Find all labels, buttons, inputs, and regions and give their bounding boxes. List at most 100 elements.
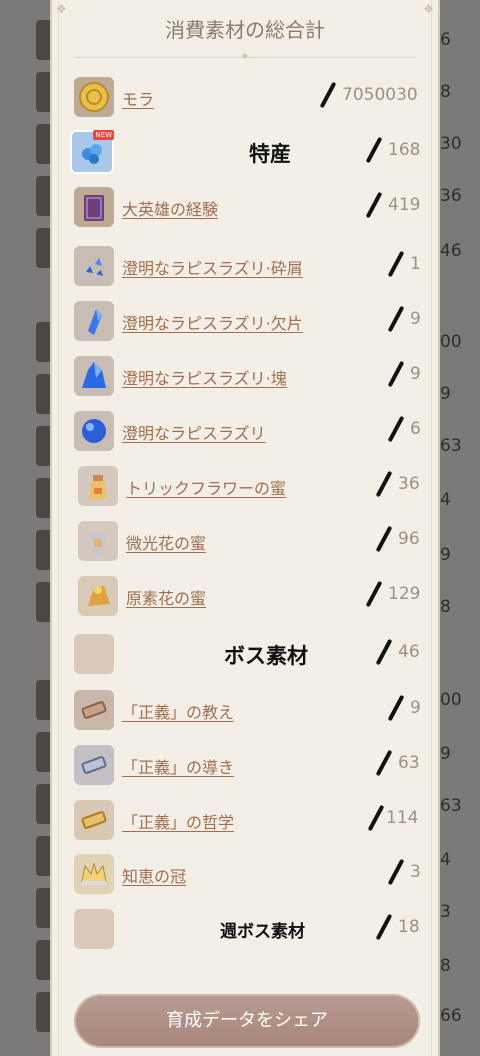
lapis-chunk-icon [74,356,114,396]
background-count: 36 [440,186,462,206]
material-row[interactable]: 「正義」の哲学 114 [52,795,438,845]
material-row[interactable]: 知恵の冠 3 [52,849,438,899]
material-name[interactable]: 澄明なラピスラズリ·塊 [122,365,287,389]
material-name[interactable]: 澄明なラピスラズリ·砕屑 [122,255,303,279]
specialty-flower-icon: NEW [70,130,114,174]
material-row[interactable]: モラ 7050030 [52,72,438,122]
shimmering-nectar-icon [78,521,118,561]
background-count: 8 [440,956,451,976]
energy-nectar-icon [78,576,118,616]
slash-mark [375,749,393,777]
exp-book-icon [74,187,114,227]
material-summary-dialog: ❖ ❖ 消費素材の総合計 ✦ モラ 7050030 NEW 特産 168 大英雄… [50,0,440,1056]
background-count: 8 [440,82,451,102]
material-name[interactable]: 「正義」の教え [122,699,234,723]
material-count: 36 [398,474,420,494]
slash-mark [387,694,405,722]
background-count: 9 [440,384,451,404]
material-name[interactable]: 澄明なラピスラズリ [122,420,266,444]
material-name[interactable]: モラ [122,86,154,110]
overlay-label-weekly-boss: 週ボス素材 [220,922,305,942]
slash-mark [387,250,405,278]
slash-mark [365,136,383,164]
background-count: 46 [440,241,462,261]
material-count: 63 [398,753,420,773]
slash-mark [365,191,383,219]
crown-icon [74,854,114,894]
share-button[interactable]: 育成データをシェア [74,994,420,1048]
material-count: 114 [386,808,419,828]
background-count: 00 [440,332,462,352]
slash-mark [367,804,385,832]
material-name[interactable]: 「正義」の導き [122,754,234,778]
material-name[interactable]: 澄明なラピスラズリ·欠片 [122,310,303,334]
material-row[interactable]: 澄明なラピスラズリ 6 [52,406,438,456]
material-count: 18 [398,917,420,937]
background-count: 4 [440,490,451,510]
material-row[interactable]: 微光花の蜜 96 [52,516,438,566]
material-count: 3 [410,862,421,882]
material-count: 9 [410,309,421,329]
new-badge: NEW [93,130,114,140]
nectar-bottle-icon [78,466,118,506]
material-row[interactable]: 大英雄の経験 419 [52,182,438,232]
lapis-fragment-icon [74,301,114,341]
material-row[interactable]: 週ボス素材 18 [52,904,438,954]
material-count: 6 [410,419,421,439]
material-count: 129 [388,584,421,604]
material-name[interactable]: 原素花の蜜 [126,585,206,609]
background-count: 6 [440,30,451,50]
material-row[interactable]: NEW 特産 168 [52,127,438,177]
material-row[interactable]: ボス素材 46 [52,629,438,679]
divider-gem-icon: ✦ [240,50,250,63]
slash-mark [375,470,393,498]
background-count: 66 [440,1006,462,1026]
material-count: 7050030 [342,85,418,105]
material-count: 96 [398,529,420,549]
dialog-title: 消費素材の総合計 [165,18,325,42]
material-name[interactable]: 大英雄の経験 [122,196,218,220]
material-name[interactable]: トリックフラワーの蜜 [126,475,286,499]
material-name[interactable]: 知恵の冠 [122,863,186,887]
overlay-label-boss: ボス素材 [224,644,308,668]
guide-scroll-icon [74,745,114,785]
lapis-sliver-icon [74,246,114,286]
material-row[interactable]: 澄明なラピスラズリ·砕屑 1 [52,241,438,291]
material-count: 9 [410,698,421,718]
material-row[interactable]: 「正義」の教え 9 [52,685,438,735]
material-count: 1 [410,254,421,274]
mora-coin-icon [74,77,114,117]
lapis-gemstone-icon [74,411,114,451]
boss-material-icon [74,634,114,674]
slash-mark [387,305,405,333]
material-row[interactable]: 澄明なラピスラズリ·塊 9 [52,351,438,401]
material-name[interactable]: 「正義」の哲学 [122,809,234,833]
material-name[interactable]: 微光花の蜜 [126,530,206,554]
material-row[interactable]: トリックフラワーの蜜 36 [52,461,438,511]
background-count: 63 [440,436,462,456]
background-count: 4 [440,850,451,870]
slash-mark [375,525,393,553]
weekly-boss-material-icon [74,909,114,949]
background-count: 00 [440,690,462,710]
slash-mark [365,580,383,608]
slash-mark [375,913,393,941]
material-row[interactable]: 「正義」の導き 63 [52,740,438,790]
material-count: 168 [388,140,421,160]
slash-mark [375,638,393,666]
material-count: 46 [398,642,420,662]
slash-mark [387,415,405,443]
material-row[interactable]: 原素花の蜜 129 [52,571,438,621]
background-count: 3 [440,902,451,922]
background-count: 30 [440,134,462,154]
teachings-scroll-icon [74,690,114,730]
overlay-label-specialty: 特産 [249,142,291,166]
material-count: 9 [410,364,421,384]
background-count: 8 [440,597,451,617]
background-count: 9 [440,545,451,565]
slash-mark [387,360,405,388]
philosophy-scroll-icon [74,800,114,840]
material-count: 419 [388,195,421,215]
slash-mark [387,858,405,886]
material-row[interactable]: 澄明なラピスラズリ·欠片 9 [52,296,438,346]
